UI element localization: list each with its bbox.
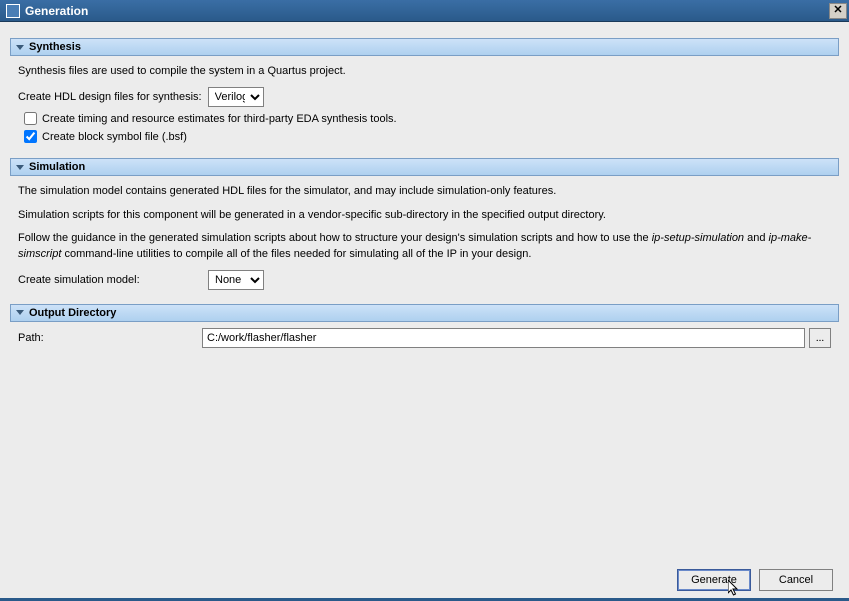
hdl-select[interactable]: Verilog xyxy=(208,87,264,107)
app-icon xyxy=(6,4,20,18)
simulation-desc2: Simulation scripts for this component wi… xyxy=(18,208,831,223)
synthesis-header[interactable]: Synthesis xyxy=(10,38,839,56)
block-symbol-checkbox[interactable] xyxy=(24,130,37,143)
block-symbol-label: Create block symbol file (.bsf) xyxy=(42,131,187,143)
simulation-desc1: The simulation model contains generated … xyxy=(18,184,831,199)
button-bar: Generate Cancel xyxy=(677,569,833,591)
simulation-title: Simulation xyxy=(29,161,85,173)
simulation-body: The simulation model contains generated … xyxy=(10,176,839,304)
generate-button[interactable]: Generate xyxy=(677,569,751,591)
collapse-arrow-icon xyxy=(16,45,24,50)
output-body: Path: ... xyxy=(10,322,839,358)
close-icon[interactable]: ✕ xyxy=(829,3,847,19)
synthesis-title: Synthesis xyxy=(29,41,81,53)
output-header[interactable]: Output Directory xyxy=(10,304,839,322)
timing-estimates-checkbox[interactable] xyxy=(24,112,37,125)
title-bar: Generation ✕ xyxy=(0,0,849,22)
browse-button[interactable]: ... xyxy=(809,328,831,348)
dialog-content: Synthesis Synthesis files are used to co… xyxy=(0,22,849,562)
hdl-label: Create HDL design files for synthesis: xyxy=(18,91,202,103)
collapse-arrow-icon xyxy=(16,310,24,315)
sim-model-label: Create simulation model: xyxy=(18,274,202,286)
simulation-header[interactable]: Simulation xyxy=(10,158,839,176)
path-input[interactable] xyxy=(202,328,805,348)
ip-setup-simulation-text: ip-setup-simulation xyxy=(652,232,744,244)
output-title: Output Directory xyxy=(29,307,116,319)
window-title: Generation xyxy=(25,4,829,18)
sim-model-select[interactable]: None xyxy=(208,270,264,290)
timing-estimates-label: Create timing and resource estimates for… xyxy=(42,113,397,125)
simulation-desc3: Follow the guidance in the generated sim… xyxy=(18,231,831,262)
collapse-arrow-icon xyxy=(16,165,24,170)
cancel-button[interactable]: Cancel xyxy=(759,569,833,591)
path-label: Path: xyxy=(18,332,198,344)
synthesis-body: Synthesis files are used to compile the … xyxy=(10,56,839,158)
synthesis-desc: Synthesis files are used to compile the … xyxy=(18,64,831,79)
